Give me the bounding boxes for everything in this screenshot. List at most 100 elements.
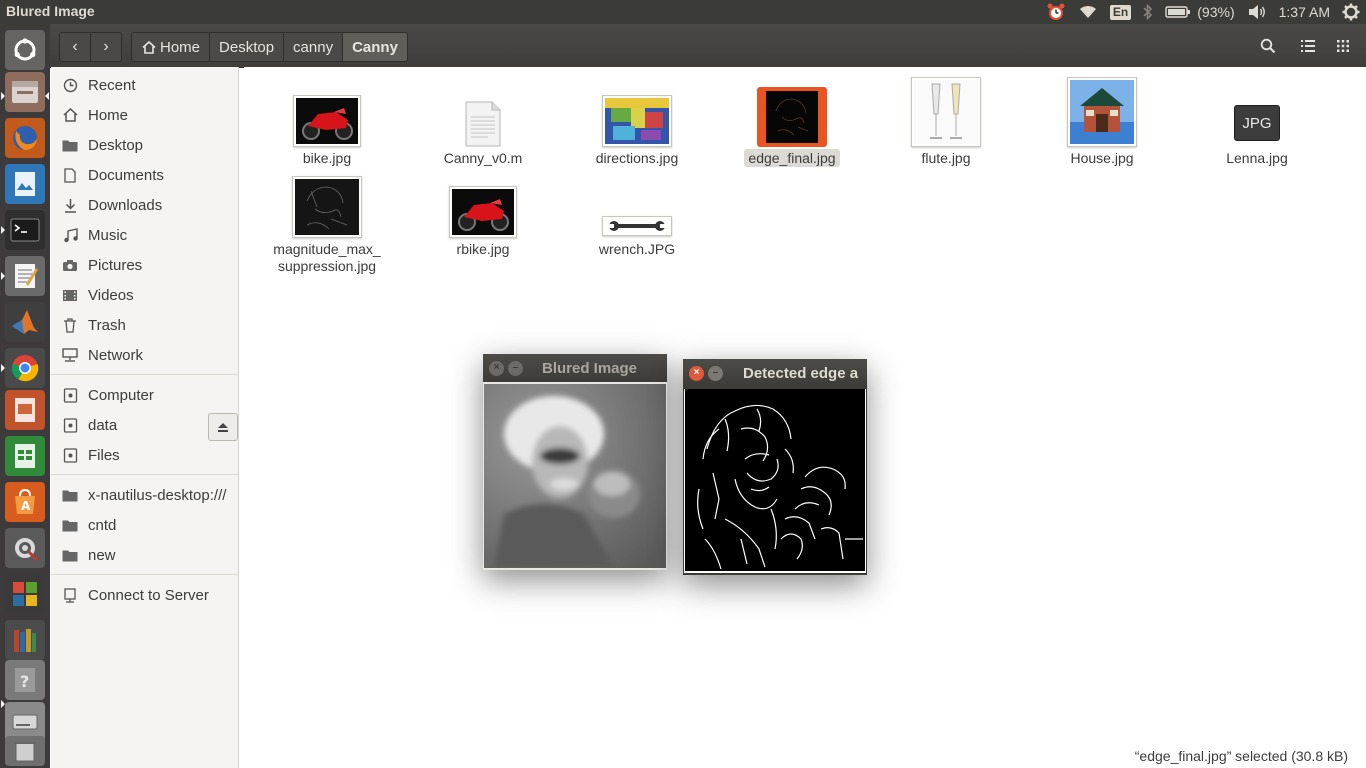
matlab-icon[interactable] [5,302,45,342]
file-name-line1: magnitude_max_ [273,241,381,257]
file-item-directions[interactable]: directions.jpg [562,91,712,167]
file-name: Lenna.jpg [1226,150,1288,166]
clock[interactable]: 1:37 AM [1273,0,1336,24]
window-titlebar[interactable]: × – Blured Image [483,354,667,382]
breadcrumb: Home Desktop canny Canny [131,32,408,62]
file-name: rbike.jpg [456,241,510,257]
forward-button[interactable]: › [90,32,122,62]
file-item-wrench[interactable]: wrench.JPG [562,182,712,258]
list-view-button[interactable] [1292,32,1324,60]
eject-button[interactable] [208,413,238,441]
file-type-badge: JPG [1242,114,1272,132]
top-panel: Blured Image En (93%) 1:37 AM [0,0,1366,24]
sidebar-item-recent[interactable]: Recent [51,71,238,99]
sidebar-item-videos[interactable]: Videos [51,281,238,309]
minimize-icon: – [712,367,719,378]
workspaces-icon[interactable] [5,574,45,614]
sidebar: Recent Home Desktop Documents Downloads … [51,67,239,768]
back-button[interactable]: ‹ [59,32,91,62]
file-item-magnitude-max-suppression[interactable]: magnitude_max_ suppression.jpg [252,174,402,275]
dash-home-icon[interactable] [5,30,45,70]
sidebar-item-computer[interactable]: Computer [51,381,238,409]
image-thumbnail [766,91,818,143]
calc-icon[interactable] [5,436,45,476]
image-thumbnail [292,176,362,238]
sidebar-item-cntd[interactable]: cntd [51,511,238,539]
download-icon [61,196,79,214]
image-thumbnail [911,77,981,147]
keyboard-layout-label: En [1109,4,1132,20]
folder-icon [61,136,79,154]
file-item-house[interactable]: House.jpg [1027,75,1177,167]
help-icon[interactable]: ? [5,660,45,700]
wifi-icon[interactable] [1072,0,1104,24]
file-item-flute[interactable]: flute.jpg [871,75,1021,167]
sidebar-item-network[interactable]: Network [51,341,238,369]
grid-view-button[interactable] [1327,32,1359,60]
blurred-image-window: × – Blured Image [483,354,667,570]
close-button[interactable]: × [689,365,704,381]
image-viewer-icon[interactable] [5,164,45,204]
sidebar-item-downloads[interactable]: Downloads [51,191,238,219]
trash-icon[interactable] [5,736,45,766]
books-icon[interactable] [5,620,45,660]
file-name: bike.jpg [302,150,352,166]
firefox-icon[interactable] [5,118,45,158]
sidebar-item-label: cntd [88,516,117,534]
sidebar-item-label: Videos [88,286,134,304]
minimize-button[interactable]: – [508,360,523,376]
file-item-lenna[interactable]: JPG Lenna.jpg [1182,91,1332,167]
battery-indicator[interactable]: (93%) [1159,0,1240,24]
alarm-clock-icon[interactable] [1040,0,1072,24]
sidebar-item-new[interactable]: new [51,541,238,569]
close-button[interactable]: × [489,360,504,376]
files-app-icon[interactable] [5,72,45,112]
sidebar-item-documents[interactable]: Documents [51,161,238,189]
software-center-icon[interactable]: A [5,482,45,522]
folder-icon [61,486,79,504]
file-item-edge-final[interactable]: edge_final.jpg [717,83,867,167]
status-bar: “edge_final.jpg” selected (30.8 kB) [1134,748,1348,764]
sidebar-item-label: Network [88,346,144,364]
breadcrumb-home[interactable]: Home [131,32,211,62]
file-item-rbike[interactable]: rbike.jpg [408,182,558,258]
home-icon [61,106,79,124]
sidebar-item-label: data [88,416,118,434]
sidebar-item-pictures[interactable]: Pictures [51,251,238,279]
impress-icon[interactable] [5,390,45,430]
detected-edge-window: × – Detected edge a [683,359,867,575]
svg-text:?: ? [20,672,29,691]
sidebar-item-desktop[interactable]: Desktop [51,131,238,159]
battery-percent: (93%) [1197,4,1235,20]
file-item-canny-v0[interactable]: Canny_v0.m [408,91,558,167]
breadcrumb-canny-current[interactable]: Canny [342,32,408,62]
breadcrumb-canny-lower[interactable]: canny [283,32,344,62]
keyboard-indicator[interactable]: En [1104,0,1137,24]
search-button[interactable] [1252,32,1284,60]
close-icon: × [493,362,500,373]
sidebar-item-home[interactable]: Home [51,101,238,129]
file-item-bike[interactable]: bike.jpg [252,91,402,167]
sidebar-item-trash[interactable]: Trash [51,311,238,339]
edge-detected-image [685,389,865,571]
selected-thumbnail-highlight [757,87,827,147]
text-editor-icon[interactable] [5,256,45,296]
chrome-icon[interactable] [5,348,45,388]
system-gear-icon[interactable] [1336,0,1366,24]
sidebar-item-connect-to-server[interactable]: Connect to Server [51,581,238,609]
breadcrumb-desktop[interactable]: Desktop [209,32,285,62]
sidebar-item-files[interactable]: Files [51,441,238,469]
minimize-button[interactable]: – [708,365,723,381]
bluetooth-icon[interactable] [1137,0,1159,24]
window-titlebar[interactable]: × – Detected edge a [683,359,867,387]
window-title: Blured Image [542,359,638,377]
sidebar-item-label: Pictures [88,256,143,274]
focused-indicator [45,92,49,100]
image-thumbnail [293,95,361,147]
sidebar-item-music[interactable]: Music [51,221,238,249]
system-settings-icon[interactable] [5,528,45,568]
sidebar-item-nautilus-desktop[interactable]: x-nautilus-desktop:/// [51,481,238,509]
minimize-icon: – [512,362,519,373]
volume-icon[interactable] [1241,0,1273,24]
terminal-icon[interactable] [5,210,45,250]
